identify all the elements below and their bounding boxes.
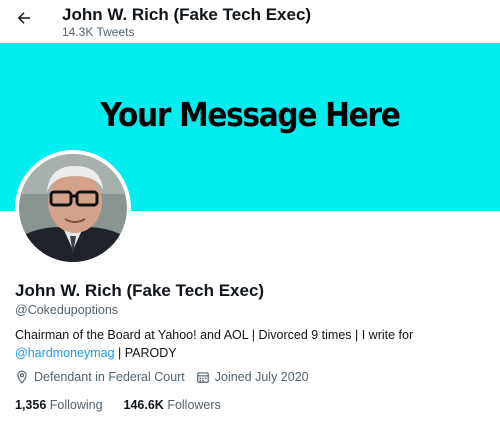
followers-label: Followers bbox=[163, 398, 221, 412]
profile-handle: @Cokedupoptions bbox=[15, 303, 119, 317]
banner-text: Your Message Here bbox=[100, 95, 401, 134]
calendar-icon bbox=[196, 370, 210, 384]
joined-date: Joined July 2020 bbox=[214, 370, 309, 384]
following-link[interactable]: 1,356 Following bbox=[15, 398, 103, 412]
profile-bio: Chairman of the Board at Yahoo! and AOL … bbox=[15, 326, 485, 362]
profile-name: John W. Rich (Fake Tech Exec) bbox=[15, 281, 265, 300]
bio-text: Chairman of the Board at Yahoo! and AOL … bbox=[15, 328, 414, 342]
avatar-photo bbox=[19, 154, 127, 262]
following-label: Following bbox=[46, 398, 103, 412]
bio-mention-link[interactable]: @hardmoneymag bbox=[15, 346, 115, 360]
tweet-count: 14.3K Tweets bbox=[62, 25, 135, 39]
location-text: Defendant in Federal Court bbox=[34, 370, 185, 384]
profile-header: John W. Rich (Fake Tech Exec) 14.3K Twee… bbox=[0, 0, 500, 42]
followers-count: 146.6K bbox=[123, 398, 164, 412]
profile-meta: Defendant in Federal Court Joined July 2… bbox=[15, 370, 309, 384]
following-count: 1,356 bbox=[15, 398, 47, 412]
followers-link[interactable]: 146.6K Followers bbox=[124, 398, 221, 412]
bio-suffix: | PARODY bbox=[114, 346, 177, 360]
header-title: John W. Rich (Fake Tech Exec) bbox=[62, 5, 312, 24]
back-arrow-icon bbox=[15, 9, 33, 32]
avatar[interactable] bbox=[15, 150, 131, 266]
location-pin-icon bbox=[15, 370, 29, 384]
back-button[interactable] bbox=[12, 8, 36, 32]
follow-stats: 1,356 Following 146.6K Followers bbox=[15, 398, 221, 412]
